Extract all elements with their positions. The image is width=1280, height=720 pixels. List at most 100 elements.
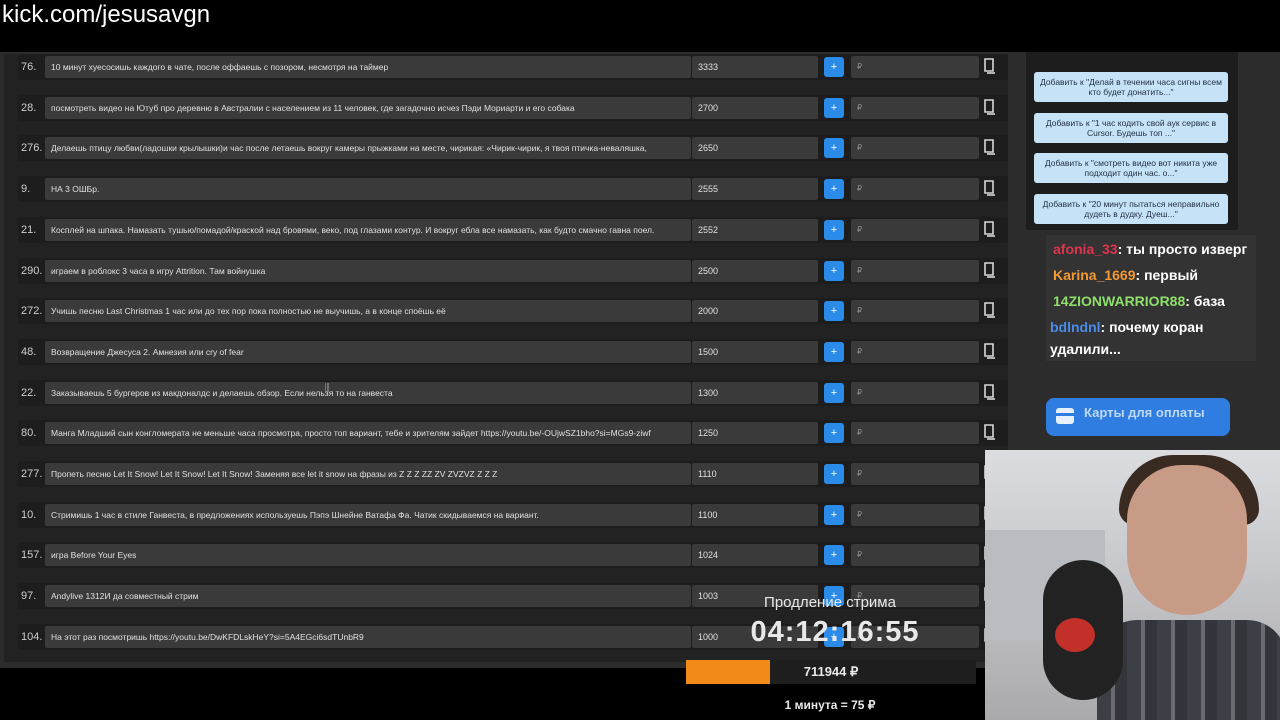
lot-name-field[interactable]: Стримишь 1 час в стиле Ганвеста, в предл… bbox=[45, 503, 691, 526]
lot-amount-field[interactable]: 1024 bbox=[692, 544, 818, 567]
add-amount-button[interactable]: + bbox=[824, 219, 844, 240]
add-amount-button[interactable]: + bbox=[824, 179, 844, 200]
delete-lot-icon[interactable] bbox=[983, 261, 995, 278]
lot-name-field[interactable]: Пропеть песню Let It Snow! Let It Snow! … bbox=[45, 463, 691, 485]
lot-row: 290. играем в роблокс 3 часа в игру Attri… bbox=[18, 257, 1008, 284]
add-amount-button[interactable]: + bbox=[824, 545, 844, 566]
chat-username[interactable]: afonia_33 bbox=[1053, 241, 1118, 257]
chat-username[interactable]: 14ZIONWARRIOR88 bbox=[1053, 293, 1185, 309]
lot-row: 21. Косплей на шпака. Намазать тушью/пома… bbox=[18, 216, 1008, 243]
lot-row: 48. Возвращение Джесуса 2. Амнезия или cr… bbox=[18, 338, 1008, 365]
add-amount-input[interactable]: ₽ bbox=[851, 422, 979, 445]
lot-row: 80. Манга Младший сын конгломерата не мен… bbox=[18, 420, 1008, 447]
add-suggestion-button[interactable]: Добавить к "20 минут пытаться неправильн… bbox=[1034, 193, 1228, 224]
add-amount-input[interactable]: ₽ bbox=[851, 503, 979, 526]
add-amount-input[interactable]: ₽ bbox=[851, 259, 979, 282]
lot-name-field[interactable]: Andylive 1312И да совместный стрим bbox=[45, 585, 691, 608]
lot-amount-field[interactable]: 3333 bbox=[692, 56, 818, 78]
add-amount-input[interactable]: ₽ bbox=[851, 463, 979, 485]
lot-name-field[interactable]: игра Before Your Eyes bbox=[45, 544, 691, 567]
lot-amount-field[interactable]: 1100 bbox=[692, 503, 818, 526]
lot-row: 276. Делаешь птицу любви(ладошки крылышки… bbox=[18, 135, 1008, 162]
add-amount-button[interactable]: + bbox=[824, 260, 844, 281]
chat-message: 14ZIONWARRIOR88: база bbox=[1053, 290, 1263, 312]
add-amount-input[interactable]: ₽ bbox=[851, 340, 979, 363]
add-amount-input[interactable]: ₽ bbox=[851, 544, 979, 567]
lot-row: 9. НА 3 ОШБр. 2555 + ₽ bbox=[18, 176, 1008, 203]
lot-amount-field[interactable]: 2000 bbox=[692, 300, 818, 323]
add-amount-input[interactable]: ₽ bbox=[851, 96, 979, 119]
chat-message: Karina_1669: первый bbox=[1053, 264, 1263, 286]
lot-row: 157. игра Before Your Eyes 1024 + ₽ bbox=[18, 542, 1008, 569]
add-amount-button[interactable]: + bbox=[824, 138, 844, 159]
url-text: kick.com/jesusavgn bbox=[2, 1, 211, 28]
donation-progress-bar: 711944 ₽ bbox=[686, 660, 976, 684]
lot-name-field[interactable]: Манга Младший сын конгломерата не меньше… bbox=[45, 422, 691, 445]
card-icon bbox=[1056, 408, 1074, 424]
add-amount-input[interactable]: ₽ bbox=[851, 56, 979, 78]
lot-row: 22. Заказываешь 5 бургеров из макдоналдс … bbox=[18, 379, 1008, 406]
lot-amount-field[interactable]: 2552 bbox=[692, 218, 818, 241]
add-amount-button[interactable]: + bbox=[824, 301, 844, 322]
lot-name-field[interactable]: 10 минут хуесосишь каждого в чате, после… bbox=[45, 56, 691, 78]
url-bar[interactable]: kick.com/jesusavgn bbox=[0, 0, 1280, 52]
add-amount-input[interactable]: ₽ bbox=[851, 381, 979, 404]
add-amount-button[interactable]: + bbox=[824, 504, 844, 525]
add-suggestion-button[interactable]: Добавить к "1 час кодить свой аук сервис… bbox=[1034, 112, 1228, 143]
delete-lot-icon[interactable] bbox=[983, 58, 995, 74]
delete-lot-icon[interactable] bbox=[983, 180, 995, 196]
text-cursor-icon bbox=[325, 383, 329, 392]
add-amount-input[interactable]: ₽ bbox=[851, 300, 979, 323]
add-suggestion-button[interactable]: Добавить к "смотреть видео вот никита уж… bbox=[1034, 153, 1228, 183]
rate-text: 1 минута = 75 ₽ bbox=[784, 698, 876, 712]
lot-amount-field[interactable]: 1250 bbox=[692, 422, 818, 445]
lot-name-field[interactable]: Возвращение Джесуса 2. Амнезия или cry o… bbox=[45, 340, 691, 363]
lot-row: 272. Учишь песню Last Christmas 1 час или… bbox=[18, 298, 1008, 325]
add-amount-input[interactable]: ₽ bbox=[851, 218, 979, 241]
lot-amount-field[interactable]: 2700 bbox=[692, 96, 818, 119]
lot-name-field[interactable]: Делаешь птицу любви(ладошки крылышки)и ч… bbox=[45, 137, 691, 160]
lot-amount-field[interactable]: 1500 bbox=[692, 340, 818, 363]
add-amount-button[interactable]: + bbox=[824, 97, 844, 118]
payment-cards-button[interactable]: Карты для оплаты bbox=[1046, 398, 1230, 436]
lot-name-field[interactable]: На этот раз посмотришь https://youtu.be/… bbox=[45, 625, 691, 648]
lot-amount-field[interactable]: 2650 bbox=[692, 137, 818, 160]
lot-amount-field[interactable]: 1300 bbox=[692, 381, 818, 404]
lot-name-field[interactable]: НА 3 ОШБр. bbox=[45, 178, 691, 201]
delete-lot-icon[interactable] bbox=[983, 302, 995, 318]
lot-amount-field[interactable]: 1110 bbox=[692, 463, 818, 485]
chat-text: : первый bbox=[1135, 267, 1199, 283]
lot-row: 10. Стримишь 1 час в стиле Ганвеста, в пр… bbox=[18, 501, 1008, 528]
lot-name-field[interactable]: играем в роблокс 3 часа в игру Attrition… bbox=[45, 259, 691, 282]
chat-username[interactable]: Karina_1669 bbox=[1053, 267, 1136, 283]
lot-row: 28. посмотреть видео на Ютуб про деревню … bbox=[18, 94, 1008, 121]
add-amount-button[interactable]: + bbox=[824, 382, 844, 403]
chat-message: bdlndnl: почему коран удалили... bbox=[1050, 316, 1260, 360]
webcam-feed bbox=[985, 450, 1280, 720]
stream-timer: 04:12:16:55 bbox=[750, 616, 920, 648]
lot-name-field[interactable]: Учишь песню Last Christmas 1 час или до … bbox=[45, 300, 691, 323]
add-amount-button[interactable]: + bbox=[824, 464, 844, 484]
delete-lot-icon[interactable] bbox=[983, 98, 995, 115]
delete-lot-icon[interactable] bbox=[983, 139, 995, 156]
lot-row: 76. 10 минут хуесосишь каждого в чате, по… bbox=[18, 54, 1008, 80]
lot-name-field[interactable]: посмотреть видео на Ютуб про деревню в А… bbox=[45, 96, 691, 119]
add-amount-button[interactable]: + bbox=[824, 423, 844, 444]
add-amount-input[interactable]: ₽ bbox=[851, 178, 979, 201]
delete-lot-icon[interactable] bbox=[983, 343, 995, 359]
delete-lot-icon[interactable] bbox=[983, 383, 995, 400]
timer-label: Продление стрима bbox=[764, 594, 896, 611]
lot-amount-field[interactable]: 2555 bbox=[692, 178, 818, 201]
add-suggestion-button[interactable]: Добавить к "Делай в течении часа сигны в… bbox=[1034, 72, 1228, 102]
chat-username[interactable]: bdlndnl bbox=[1050, 319, 1101, 335]
lot-name-field[interactable]: Косплей на шпака. Намазать тушью/помадой… bbox=[45, 218, 691, 241]
lot-amount-field[interactable]: 2500 bbox=[692, 259, 818, 282]
delete-lot-icon[interactable] bbox=[983, 220, 995, 237]
chat-text: : база bbox=[1185, 293, 1225, 309]
add-amount-button[interactable]: + bbox=[824, 57, 844, 77]
donation-total: 711944 ₽ bbox=[803, 664, 859, 679]
add-amount-button[interactable]: + bbox=[824, 341, 844, 362]
add-amount-input[interactable]: ₽ bbox=[851, 137, 979, 160]
delete-lot-icon[interactable] bbox=[983, 424, 995, 441]
lot-name-field[interactable]: Заказываешь 5 бургеров из макдоналдс и д… bbox=[45, 381, 691, 404]
